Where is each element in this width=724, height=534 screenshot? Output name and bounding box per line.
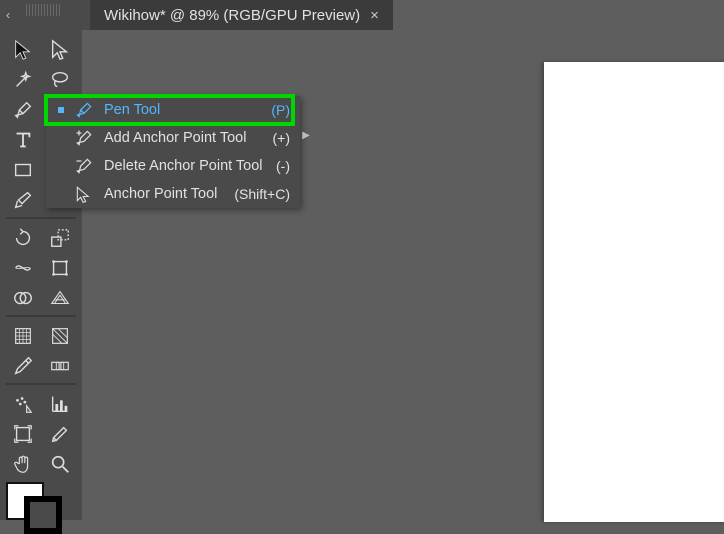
anchor-convert-icon: [74, 184, 94, 204]
flyout-delete-anchor-tool[interactable]: Delete Anchor Point Tool (-): [46, 152, 300, 180]
scale-tool[interactable]: [41, 224, 78, 252]
document-title: Wikihow* @ 89% (RGB/GPU Preview): [104, 7, 360, 24]
artboard-tool[interactable]: [4, 420, 41, 448]
pen-tool[interactable]: [4, 96, 41, 124]
mesh-tool[interactable]: [4, 322, 41, 350]
panel-drag-handle[interactable]: [26, 4, 60, 16]
pen-plus-icon: [74, 128, 94, 148]
flyout-shortcut: (+): [273, 130, 291, 146]
eyedropper-tool[interactable]: [4, 352, 41, 380]
type-tool[interactable]: [4, 126, 41, 154]
blend-tool[interactable]: [41, 352, 78, 380]
flyout-pen-tool[interactable]: Pen Tool (P): [46, 96, 300, 124]
lasso-tool[interactable]: [41, 66, 78, 94]
width-tool[interactable]: [4, 254, 41, 282]
active-indicator-icon: [58, 107, 64, 113]
control-strip: ‹‹: [0, 0, 90, 30]
zoom-tool[interactable]: [41, 450, 78, 478]
separator: [6, 315, 76, 317]
shaper-tool[interactable]: [4, 186, 41, 214]
gradient-tool[interactable]: [41, 322, 78, 350]
color-swatches[interactable]: [6, 482, 78, 534]
separator: [6, 217, 76, 219]
flyout-shortcut: (Shift+C): [234, 186, 290, 202]
flyout-label: Pen Tool: [104, 102, 261, 118]
pen-minus-icon: [74, 156, 94, 176]
direct-selection-tool[interactable]: [41, 36, 78, 64]
pen-tool-flyout: Pen Tool (P) Add Anchor Point Tool (+) D…: [46, 96, 300, 208]
flyout-shortcut: (-): [276, 158, 290, 174]
symbol-sprayer-tool[interactable]: [4, 390, 41, 418]
slice-tool[interactable]: [41, 420, 78, 448]
perspective-grid-tool[interactable]: [41, 284, 78, 312]
rotate-tool[interactable]: [4, 224, 41, 252]
column-graph-tool[interactable]: [41, 390, 78, 418]
pen-icon: [74, 100, 94, 120]
flyout-label: Anchor Point Tool: [104, 186, 224, 202]
flyout-expand-icon[interactable]: ▶: [302, 130, 310, 141]
magic-wand-tool[interactable]: [4, 66, 41, 94]
separator: [6, 383, 76, 385]
hand-tool[interactable]: [4, 450, 41, 478]
shape-builder-tool[interactable]: [4, 284, 41, 312]
flyout-anchor-point-tool[interactable]: Anchor Point Tool (Shift+C): [46, 180, 300, 208]
free-transform-tool[interactable]: [41, 254, 78, 282]
selection-tool[interactable]: [4, 36, 41, 64]
artboard-canvas[interactable]: [544, 62, 724, 522]
rectangle-tool[interactable]: [4, 156, 41, 184]
document-tab[interactable]: Wikihow* @ 89% (RGB/GPU Preview) ×: [90, 0, 393, 30]
flyout-label: Delete Anchor Point Tool: [104, 158, 266, 174]
flyout-label: Add Anchor Point Tool: [104, 130, 263, 146]
flyout-add-anchor-tool[interactable]: Add Anchor Point Tool (+): [46, 124, 300, 152]
close-tab-icon[interactable]: ×: [370, 7, 379, 24]
stroke-swatch[interactable]: [24, 496, 62, 534]
flyout-shortcut: (P): [271, 102, 290, 118]
